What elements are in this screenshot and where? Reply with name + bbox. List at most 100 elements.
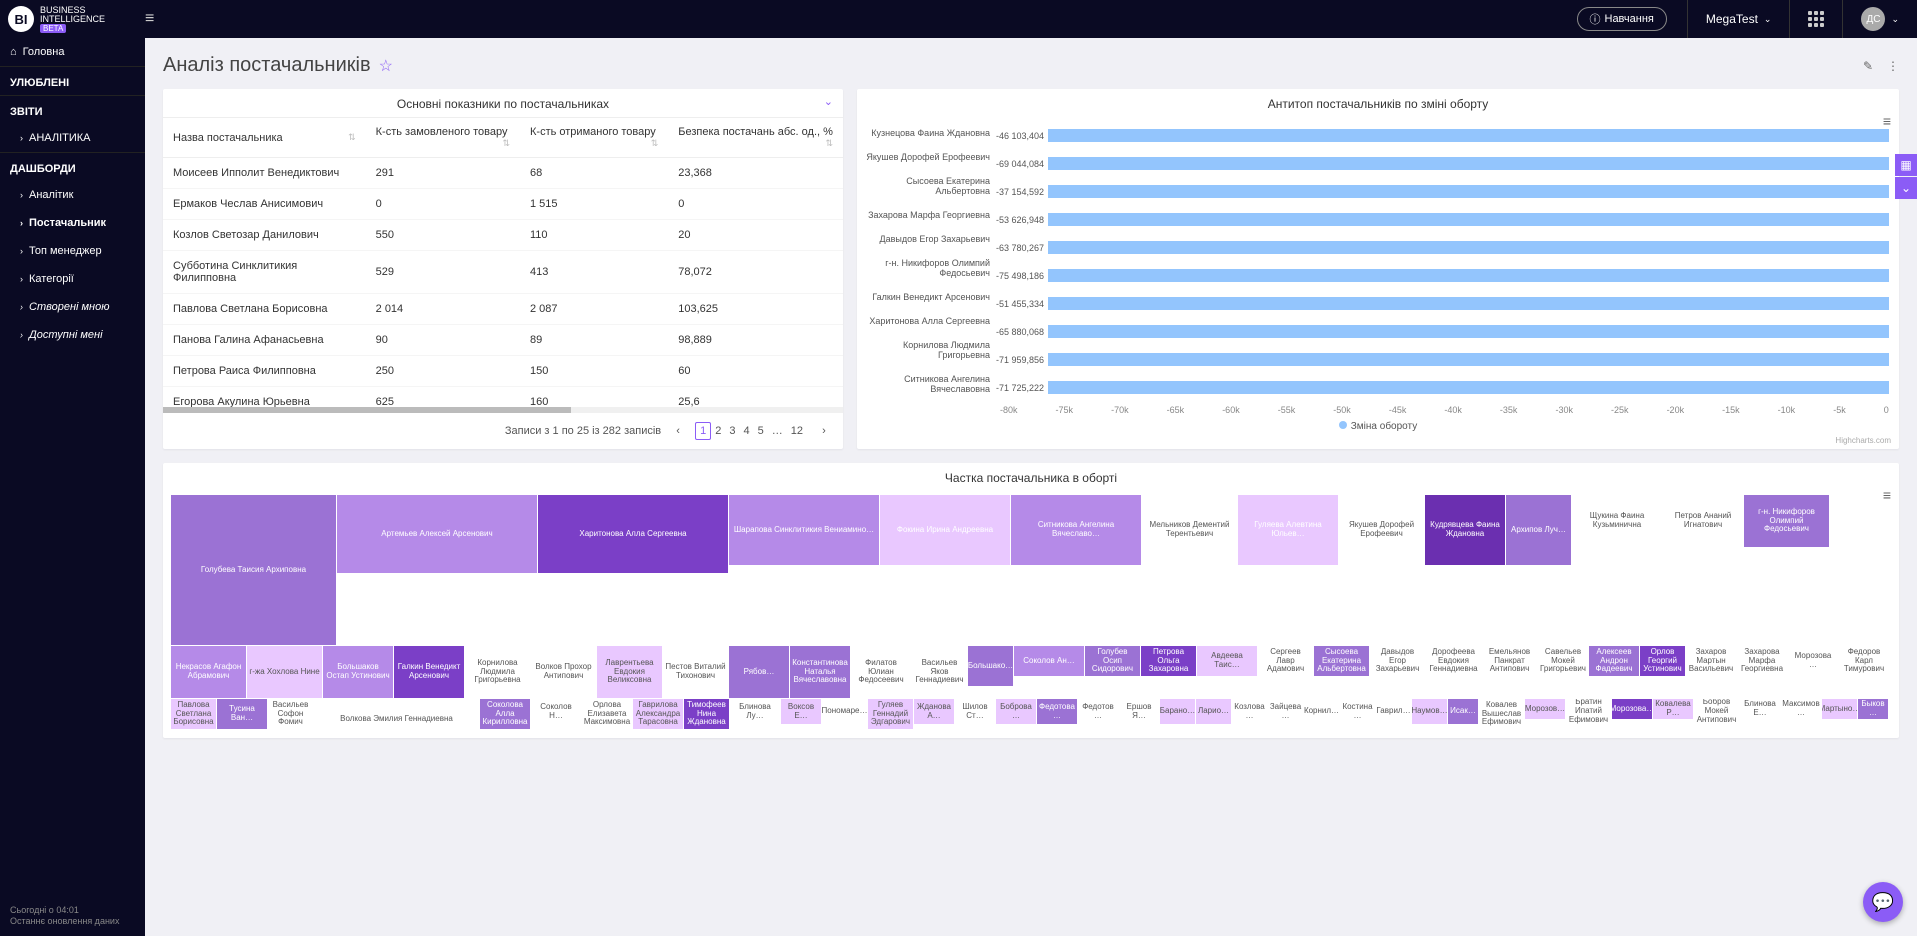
treemap-cell[interactable]: Козлова … [1232,699,1267,724]
treemap-cell[interactable]: Морозова… [1612,699,1652,719]
treemap-cell[interactable]: Зайцева … [1268,699,1303,724]
sidebar-home[interactable]: ⌂Головна [0,38,145,66]
bar-row[interactable]: -71 959,856 [996,350,1889,368]
pager-page[interactable]: 12 [787,423,807,439]
sort-icon[interactable]: ⇅ [348,132,356,143]
pager-page[interactable]: 2 [711,423,725,439]
treemap-cell[interactable]: Быков … [1858,699,1888,719]
treemap-cell[interactable]: Артемьев Алексей Арсенович [337,495,537,573]
treemap-cell[interactable]: Блинова Лу… [730,699,780,724]
treemap-cell[interactable]: Барано… [1160,699,1195,724]
sidebar-item-0[interactable]: ›Аналітик [0,181,145,209]
treemap-cell[interactable]: Соколов Н… [531,699,581,724]
table-row[interactable]: Панова Галина Афанасьевна908998,889 [163,325,843,356]
sidebar-item-1[interactable]: ›Постачальник [0,209,145,237]
bar-row[interactable]: -46 103,404 [996,126,1889,144]
table-row[interactable]: Субботина Синклитикия Филипповна52941378… [163,251,843,294]
treemap-cell[interactable]: Костина … [1340,699,1375,724]
treemap-cell[interactable]: Волкова Эмилия Геннадиевна [314,699,479,738]
pager-page[interactable]: 3 [725,423,739,439]
study-button[interactable]: ⓘ Навчання [1577,7,1667,31]
sort-icon[interactable]: ⇅ [825,138,833,149]
bar-row[interactable]: -69 044,084 [996,154,1889,172]
apps-menu[interactable] [1789,0,1842,38]
treemap-cell[interactable]: Сергеев Лавр Адамович [1258,646,1313,676]
sidebar-item-5[interactable]: ›Доступні мені [0,321,145,349]
treemap-cell[interactable]: Галкин Венедикт Арсенович [394,646,464,698]
treemap-cell[interactable]: Федоров Карл Тимурович [1839,646,1889,676]
treemap-cell[interactable]: Бобров Мокей Антипович [1694,699,1739,724]
treemap-cell[interactable]: Голубева Таисия Архиповна [171,495,336,645]
treemap-cell[interactable]: Орлов Георгий Устинович [1640,646,1685,676]
sidebar-item-2[interactable]: ›Топ менеджер [0,237,145,265]
treemap-cell[interactable]: Гаврилова Александра Тарасовна [633,699,683,729]
tenant-selector[interactable]: MegaTest ⌄ [1687,0,1790,38]
bar-row[interactable]: -65 880,068 [996,322,1889,340]
favorite-star-icon[interactable]: ☆ [379,56,393,76]
pager-next[interactable]: › [815,423,833,439]
treemap-cell[interactable]: Тусина Ван… [217,699,267,729]
treemap-cell[interactable]: Большако… [968,646,1013,686]
treemap-cell[interactable]: Большаков Остап Устинович [323,646,393,698]
treemap-cell[interactable]: Мельников Дементий Терентьевич [1142,495,1237,565]
treemap-cell[interactable]: Васильев Софон Фомич [268,699,313,729]
treemap-cell[interactable]: Мартыно… [1822,699,1857,719]
treemap-cell[interactable]: Архипов Луч… [1506,495,1571,565]
treemap-cell[interactable]: Якушев Дорофей Ерофеевич [1339,495,1424,565]
treemap-cell[interactable]: Шарапова Синклитикия Вениамино… [729,495,879,565]
treemap-cell[interactable]: Лаврентьева Евдокия Великсовна [597,646,662,698]
treemap-cell[interactable]: Савельев Мокей Григорьевич [1538,646,1588,676]
table-row[interactable]: Павлова Светлана Борисовна2 0142 087103,… [163,294,843,325]
treemap-cell[interactable]: Исак… [1448,699,1478,724]
sort-icon[interactable]: ⇅ [502,138,510,149]
pager-page[interactable]: … [768,423,787,439]
bar-row[interactable]: -71 725,222 [996,378,1889,396]
treemap-cell[interactable]: Ковалева Р… [1653,699,1693,719]
sidebar-item-4[interactable]: ›Створені мною [0,293,145,321]
treemap-cell[interactable]: Авдеева Таис… [1197,646,1257,676]
table-row[interactable]: Козлов Светозар Данилович55011020 [163,220,843,251]
treemap-cell[interactable]: Захаров Мартын Васильевич [1686,646,1736,676]
treemap-cell[interactable]: Блинова Е… [1740,699,1780,719]
treemap-cell[interactable]: Фокина Ирина Андреевна [880,495,1010,565]
treemap-cell[interactable]: Харитонова Алла Сергеевна [538,495,728,573]
pager-page[interactable]: 5 [754,423,768,439]
table-row[interactable]: Петрова Раиса Филипповна25015060 [163,356,843,387]
treemap-cell[interactable]: Морозова … [1788,646,1838,676]
treemap-cell[interactable]: Ситникова Ангелина Вячеславо… [1011,495,1141,565]
treemap-cell[interactable]: Соколова Алла Кирилловна [480,699,530,729]
treemap-cell[interactable]: Дорофеева Евдокия Геннадиевна [1426,646,1481,676]
bar-row[interactable]: -63 780,267 [996,238,1889,256]
treemap-cell[interactable]: Емельянов Панкрат Антипович [1482,646,1537,676]
treemap-cell[interactable]: Гаврил… [1376,699,1411,724]
table-row[interactable]: Егорова Акулина Юрьевна62516025,6 [163,387,843,408]
treemap-cell[interactable]: г-жа Хохлова Нине [247,646,322,698]
treemap-cell[interactable]: Тимофеев Нина Ждановна [684,699,729,729]
collapse-icon[interactable]: ⌄ [824,95,833,108]
user-menu[interactable]: ДС ⌄ [1842,0,1917,38]
sidebar-item-analytics[interactable]: ›АНАЛІТИКА [0,124,145,152]
treemap-cell[interactable]: Константинова Наталья Вячеславовна [790,646,850,698]
chat-bubble-icon[interactable]: 💬 [1863,882,1903,922]
side-tab-panel-icon[interactable]: ▦ [1895,154,1917,176]
pager-page[interactable]: 4 [740,423,754,439]
treemap-cell[interactable]: Жданова А… [914,699,954,724]
more-icon[interactable]: ⋮ [1887,59,1899,73]
treemap-cell[interactable]: г-н. Никифоров Олимпий Федосьевич [1744,495,1829,547]
brand-logo[interactable]: BI BUSINESS INTELLIGENCE BETA [0,6,145,33]
treemap-cell[interactable]: Щукина Фаина Кузьминична [1572,495,1662,547]
treemap-cell[interactable]: Ершов Я… [1119,699,1159,724]
treemap-cell[interactable]: Волков Прохор Антипович [531,646,596,698]
treemap-cell[interactable]: Наумов… [1412,699,1447,724]
sidebar-toggle-icon[interactable]: ≡ [145,10,175,28]
treemap-cell[interactable]: Рябов… [729,646,789,698]
treemap-cell[interactable]: Васильев Яков Геннадиевич [912,646,967,698]
treemap-cell[interactable]: Федотова … [1037,699,1077,724]
column-header[interactable]: К-сть отриманого товару⇅ [520,118,668,158]
treemap-cell[interactable]: Филатов Юлиан Федосеевич [851,646,911,698]
treemap-cell[interactable]: Воксов Е… [781,699,821,724]
bar-row[interactable]: -75 498,186 [996,266,1889,284]
chart-menu-icon[interactable]: ≡ [1883,487,1891,503]
edit-icon[interactable]: ✎ [1863,59,1873,73]
treemap-cell[interactable]: Боброва … [996,699,1036,724]
